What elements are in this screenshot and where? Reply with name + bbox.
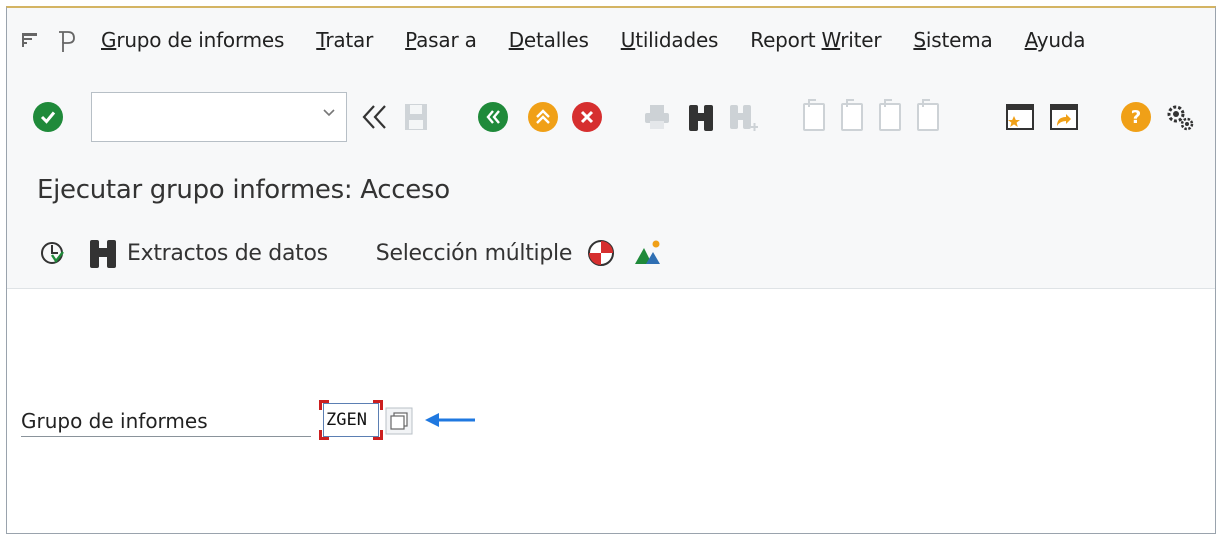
last-page-button[interactable] [913,72,943,162]
page-title: Ejecutar grupo informes: Acceso [37,175,450,205]
enter-icon [33,102,63,132]
find-next-icon [730,105,758,131]
sap-window: Grupo de informes Tratar Pasar a Detalle… [6,6,1216,534]
new-session-icon [1006,104,1034,130]
help-button[interactable]: ? [1119,72,1153,162]
report-group-field [319,400,383,440]
menu-grupo-de-informes[interactable]: Grupo de informes [101,28,284,52]
selection-options-icon [588,240,615,266]
last-page-icon [917,99,939,131]
focus-corner [373,400,383,410]
find-button[interactable] [683,72,719,162]
help-icon: ? [1121,102,1151,132]
menu-sistema[interactable]: Sistema [913,28,992,52]
report-group-label: Grupo de informes [21,406,311,437]
menu-report-writer[interactable]: Report Writer [750,28,881,52]
settings-icon [1167,105,1194,131]
save-icon [405,104,427,130]
binoculars-icon [90,240,116,268]
menu-pasar-a[interactable]: Pasar a [405,28,477,52]
first-page-button[interactable] [799,72,829,162]
pointer-arrow-icon [423,411,477,429]
command-dropdown-icon[interactable] [322,105,336,123]
back-button[interactable] [475,72,511,162]
next-page-icon [879,99,901,131]
exit-icon [528,102,558,132]
shortcut-button[interactable] [1047,72,1081,162]
command-field[interactable] [91,92,347,142]
menu-icon[interactable] [21,30,41,50]
visualization-button[interactable] [632,238,664,268]
extracts-label: Extractos de datos [127,240,328,266]
save-button[interactable] [399,72,433,162]
report-group-input[interactable] [323,403,379,437]
settings-button[interactable] [1163,72,1197,162]
execute-icon [41,242,64,264]
extracts-button[interactable]: Extractos de datos [87,236,328,270]
next-page-button[interactable] [875,72,905,162]
focus-corner [319,430,329,440]
standard-toolbar: ? [7,72,1215,163]
previous-page-icon [841,99,863,131]
visualization-icon [635,240,661,264]
cancel-icon [572,102,602,132]
menu-tratar[interactable]: Tratar [316,28,373,52]
title-bar: Ejecutar grupo informes: Acceso [7,162,1215,219]
focus-corner [373,430,383,440]
cancel-button[interactable] [569,72,605,162]
shortcut-icon [1050,104,1078,130]
back-double-icon [362,105,386,129]
back-double-button[interactable] [357,72,391,162]
application-toolbar: Extractos de datos Selección múltiple [7,218,1215,289]
previous-page-button[interactable] [837,72,867,162]
menu-bar: Grupo de informes Tratar Pasar a Detalle… [7,8,1215,73]
value-help-icon [385,407,413,435]
back-icon [478,102,508,132]
enter-button[interactable] [31,72,65,162]
selection-options-button[interactable] [586,238,616,268]
menu-detalles[interactable]: Detalles [509,28,589,52]
new-session-button[interactable] [1003,72,1037,162]
find-next-button[interactable] [725,72,761,162]
focus-corner [319,400,329,410]
value-help-button[interactable] [385,407,413,435]
menu-utilidades[interactable]: Utilidades [621,28,719,52]
command-input[interactable] [92,93,322,137]
sap-logo-icon[interactable] [55,30,75,52]
find-icon [689,105,713,131]
print-icon [645,105,669,129]
execute-button[interactable] [39,240,65,266]
menu-ayuda[interactable]: Ayuda [1025,28,1086,52]
multi-select-button[interactable]: Selección múltiple [376,241,573,266]
first-page-icon [803,99,825,131]
print-button[interactable] [639,72,675,162]
exit-button[interactable] [525,72,561,162]
